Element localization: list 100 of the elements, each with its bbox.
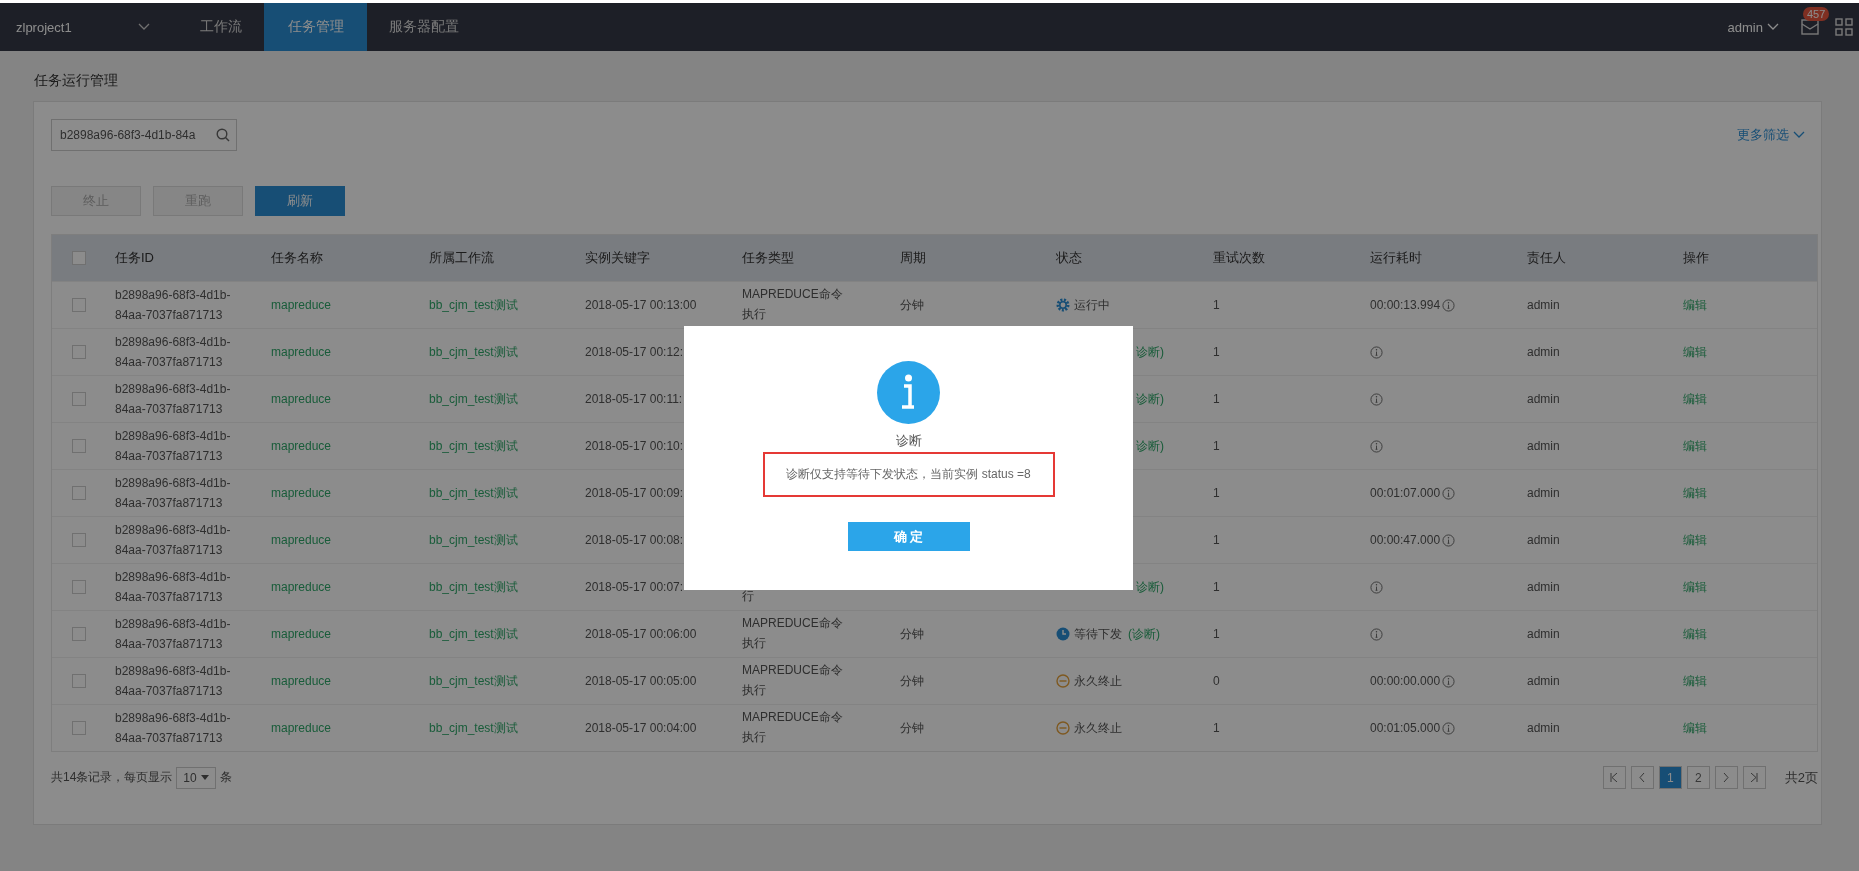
checkbox[interactable] bbox=[71, 298, 86, 312]
checkbox[interactable] bbox=[71, 439, 86, 453]
checkbox[interactable] bbox=[71, 486, 86, 500]
workflow-link[interactable]: bb_cjm_test测试 bbox=[429, 671, 585, 691]
grid-icon[interactable] bbox=[1835, 18, 1853, 36]
task-name-link[interactable]: mapreduce bbox=[271, 530, 429, 550]
task-name-link[interactable]: mapreduce bbox=[271, 718, 429, 738]
table-cell-text: 1 bbox=[1213, 626, 1221, 643]
workflow-link[interactable]: bb_cjm_test测试 bbox=[429, 624, 585, 644]
project-select[interactable]: zlproject1 bbox=[0, 3, 178, 51]
column-header: 实例关键字 bbox=[585, 249, 651, 267]
task-name-link[interactable]: mapreduce bbox=[271, 342, 429, 362]
workflow-link[interactable]: bb_cjm_test测试 bbox=[429, 389, 585, 409]
unit-label: 条 bbox=[219, 769, 232, 786]
more-filters-link[interactable]: 更多筛选 bbox=[1731, 125, 1811, 145]
last-page-icon bbox=[1750, 773, 1759, 782]
diagnose-link[interactable]: 诊断) bbox=[1136, 390, 1164, 408]
first-page-button[interactable] bbox=[1602, 766, 1626, 789]
info-icon[interactable] bbox=[1370, 439, 1383, 453]
edit-link[interactable]: 编辑 bbox=[1683, 627, 1707, 641]
diagnose-link[interactable]: 诊断) bbox=[1136, 437, 1164, 455]
edit-link[interactable]: 编辑 bbox=[1683, 533, 1707, 547]
edit-link[interactable]: 编辑 bbox=[1683, 486, 1707, 500]
workflow-link[interactable]: bb_cjm_test测试 bbox=[429, 295, 585, 315]
edit-link[interactable]: 编辑 bbox=[1683, 674, 1707, 688]
task-name-link[interactable]: mapreduce bbox=[271, 671, 429, 691]
info-icon[interactable] bbox=[1442, 298, 1456, 312]
diagnose-link[interactable]: 诊断) bbox=[1136, 578, 1164, 596]
search-field[interactable]: b2898a96-68f3-4d1b-84a bbox=[51, 119, 237, 151]
task-name-link[interactable]: mapreduce bbox=[271, 436, 429, 456]
workflow-link[interactable]: bb_cjm_test测试 bbox=[429, 718, 585, 738]
info-icon[interactable] bbox=[1370, 580, 1383, 594]
edit-link[interactable]: 编辑 bbox=[1683, 721, 1707, 735]
edit-link[interactable]: 编辑 bbox=[1683, 298, 1707, 312]
diagnose-link[interactable]: (诊断) bbox=[1128, 625, 1160, 643]
checkbox[interactable] bbox=[71, 251, 86, 265]
info-icon[interactable] bbox=[1370, 627, 1383, 641]
task-name-link[interactable]: mapreduce bbox=[271, 624, 429, 644]
table-cell: 分钟 bbox=[900, 298, 924, 312]
checkbox[interactable] bbox=[71, 627, 86, 641]
checkbox[interactable] bbox=[71, 392, 86, 406]
table-cell-text: MAPREDUCE命令执行 bbox=[742, 615, 844, 652]
edit-link[interactable]: 编辑 bbox=[1683, 345, 1707, 359]
checkbox[interactable] bbox=[71, 345, 86, 359]
nav-tab[interactable]: 服务器配置 bbox=[367, 3, 481, 51]
user-menu[interactable]: admin bbox=[1721, 18, 1785, 36]
next-page-button[interactable] bbox=[1714, 766, 1738, 789]
previous-page-button[interactable] bbox=[1630, 766, 1654, 789]
task-name-link[interactable]: mapreduce bbox=[271, 483, 429, 503]
confirm-button[interactable]: 确 定 bbox=[847, 522, 970, 551]
task-name-link[interactable]: mapreduce bbox=[271, 389, 429, 409]
checkbox[interactable] bbox=[71, 580, 86, 594]
page-size-select[interactable]: 10 bbox=[176, 766, 216, 789]
checkbox[interactable] bbox=[71, 533, 86, 547]
table-cell-text: b2898a96-68f3-4d1b-84aa-7037fa871713 bbox=[115, 334, 232, 371]
table-cell-text: 2018-05-17 00:13:00 bbox=[585, 297, 698, 314]
column-header: 操作 bbox=[1683, 249, 1710, 267]
info-icon[interactable] bbox=[1442, 533, 1456, 547]
table-cell-text: 2018-05-17 00:12: bbox=[585, 344, 685, 361]
info-icon[interactable] bbox=[1442, 721, 1456, 735]
table-cell-text: 1 bbox=[1213, 391, 1221, 408]
edit-link[interactable]: 编辑 bbox=[1683, 580, 1707, 594]
nav-tab[interactable]: 任务管理 bbox=[264, 3, 367, 51]
task-name-link[interactable]: mapreduce bbox=[271, 577, 429, 597]
table-cell: admin bbox=[1527, 721, 1560, 735]
action-button[interactable]: 刷新 bbox=[255, 186, 345, 216]
workflow-link[interactable]: bb_cjm_test测试 bbox=[429, 436, 585, 456]
table-cell-text: 00:00:47.000 bbox=[1370, 532, 1441, 549]
chevron-left-icon bbox=[1639, 773, 1646, 782]
page-button[interactable]: 2 bbox=[1686, 766, 1710, 789]
checkbox[interactable] bbox=[71, 721, 86, 735]
table-cell-text: b2898a96-68f3-4d1b-84aa-7037fa871713 bbox=[115, 522, 232, 559]
column-header: 周期 bbox=[900, 249, 927, 267]
info-icon[interactable] bbox=[1370, 392, 1383, 406]
edit-link[interactable]: 编辑 bbox=[1683, 392, 1707, 406]
table-cell-text: b2898a96-68f3-4d1b-84aa-7037fa871713 bbox=[115, 428, 232, 465]
task-name-link[interactable]: mapreduce bbox=[271, 295, 429, 315]
info-icon[interactable] bbox=[1442, 486, 1456, 500]
table-cell: admin bbox=[1527, 392, 1560, 406]
search-icon[interactable] bbox=[216, 128, 230, 142]
checkbox[interactable] bbox=[71, 674, 86, 688]
workflow-link[interactable]: bb_cjm_test测试 bbox=[429, 342, 585, 362]
table-cell-text: b2898a96-68f3-4d1b-84aa-7037fa871713 bbox=[115, 569, 232, 606]
dialog-title: 诊断 bbox=[895, 432, 922, 450]
table-cell-text: b2898a96-68f3-4d1b-84aa-7037fa871713 bbox=[115, 616, 232, 653]
table-cell-text: 1 bbox=[1213, 438, 1221, 455]
workflow-link[interactable]: bb_cjm_test测试 bbox=[429, 530, 585, 550]
last-page-button[interactable] bbox=[1742, 766, 1766, 789]
table-cell-text: MAPREDUCE命令执行 bbox=[742, 662, 844, 699]
info-icon[interactable] bbox=[1370, 345, 1383, 359]
info-icon[interactable] bbox=[1442, 674, 1456, 688]
workflow-link[interactable]: bb_cjm_test测试 bbox=[429, 577, 585, 597]
column-header: 责任人 bbox=[1527, 249, 1567, 267]
table-cell-text: b2898a96-68f3-4d1b-84aa-7037fa871713 bbox=[115, 710, 232, 747]
page-button[interactable]: 1 bbox=[1658, 766, 1682, 789]
workflow-link[interactable]: bb_cjm_test测试 bbox=[429, 483, 585, 503]
edit-link[interactable]: 编辑 bbox=[1683, 439, 1707, 453]
diagnose-link[interactable]: 诊断) bbox=[1136, 343, 1164, 361]
status-text: 等待下发 bbox=[1074, 626, 1122, 643]
nav-tab[interactable]: 工作流 bbox=[178, 3, 264, 51]
